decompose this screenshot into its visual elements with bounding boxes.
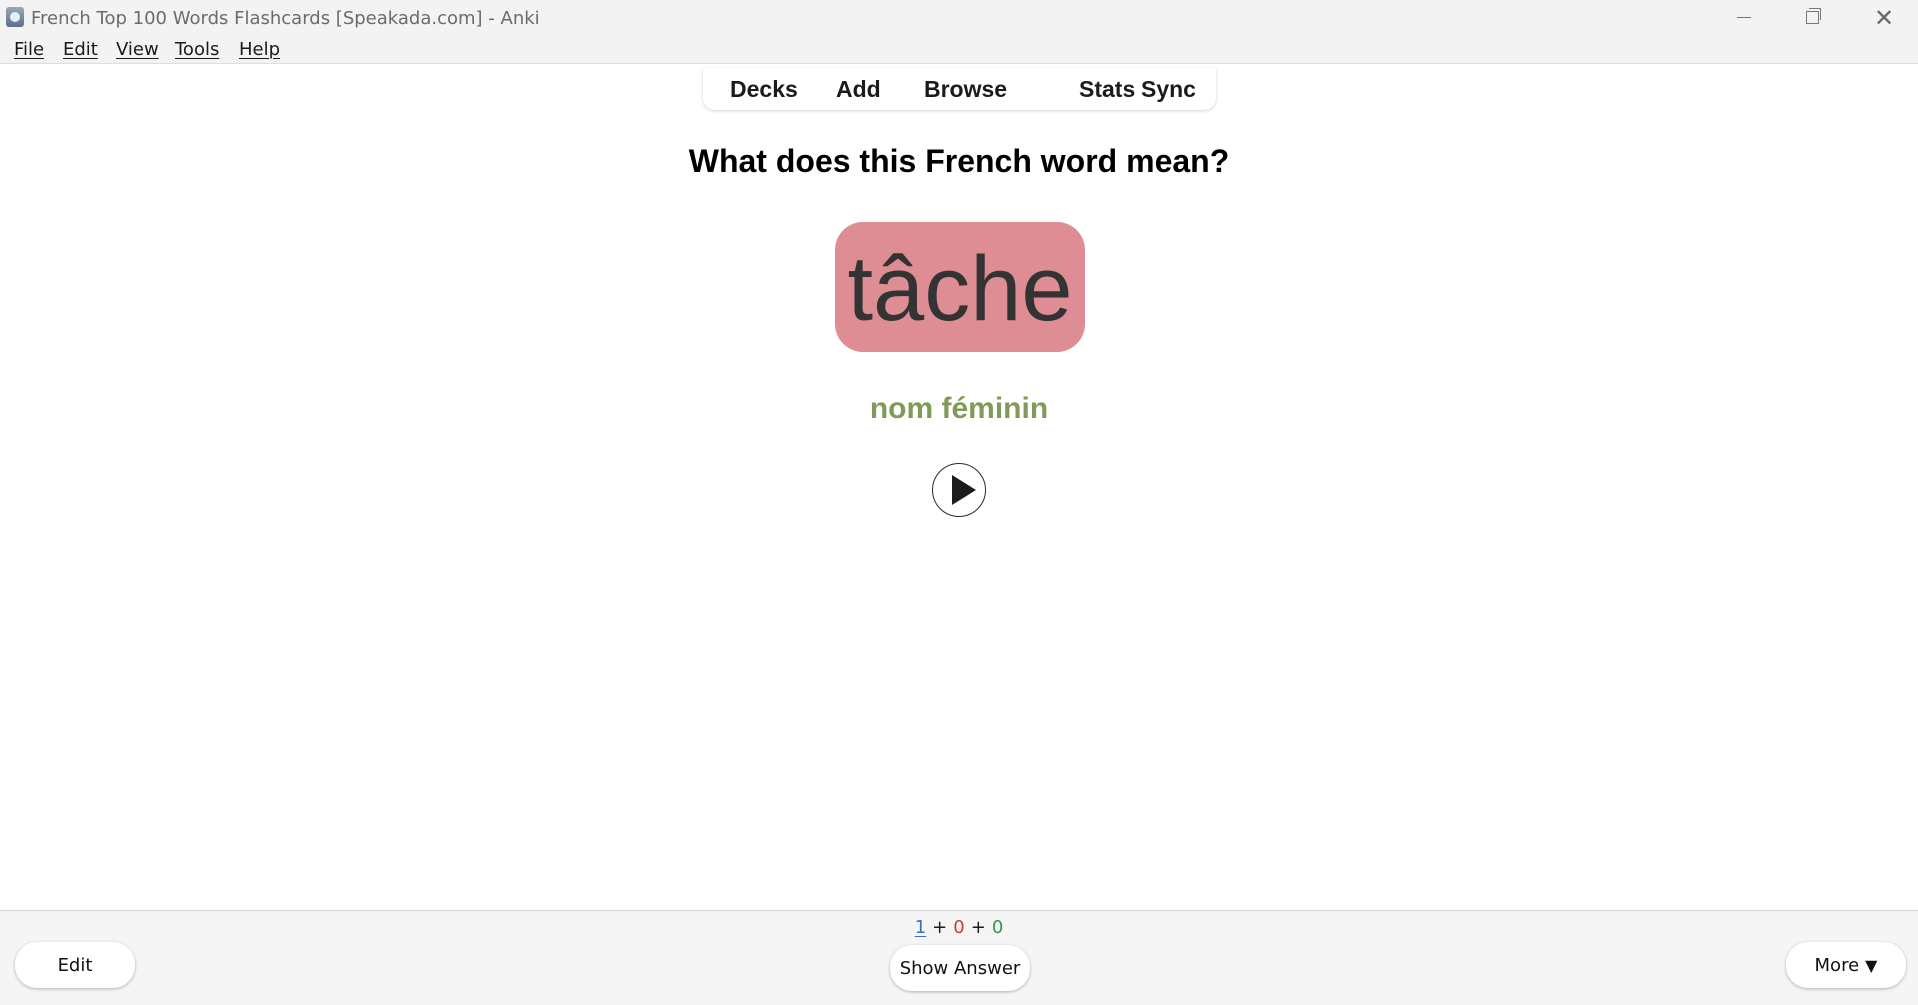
play-icon[interactable] (932, 463, 986, 517)
french-word: tâche (847, 238, 1073, 340)
more-label: More (1814, 954, 1860, 976)
toolbar-add-link[interactable]: Add (836, 76, 881, 103)
part-of-speech: nom féminin (869, 392, 1049, 425)
top-toolbar: Decks Add Browse Stats Sync (703, 68, 1216, 110)
toolbar-sync-link[interactable]: Sync (1141, 76, 1196, 103)
more-button[interactable]: More ▼ (1786, 942, 1906, 988)
menu-edit[interactable]: Edit (63, 39, 98, 60)
show-answer-button[interactable]: Show Answer (890, 945, 1030, 991)
toolbar-stats-link[interactable]: Stats (1079, 76, 1135, 103)
count-separator: + (932, 917, 948, 938)
bottom-bar: 1 +0 +0 Edit Show Answer More ▼ (0, 910, 1918, 1005)
new-count: 1 (914, 917, 927, 938)
title-bar: French Top 100 Words Flashcards [Speakad… (0, 0, 1918, 35)
minimize-button[interactable] (1710, 0, 1778, 35)
menu-help[interactable]: Help (239, 39, 280, 60)
anki-window: French Top 100 Words Flashcards [Speakad… (0, 0, 1918, 1005)
restore-button[interactable] (1778, 0, 1846, 35)
menu-bar: File Edit View Tools Help (0, 35, 1918, 64)
card-question: What does this French word mean? (688, 143, 1230, 179)
menu-view[interactable]: View (116, 39, 159, 60)
edit-button[interactable]: Edit (15, 942, 135, 988)
toolbar-browse-link[interactable]: Browse (924, 76, 1007, 103)
close-icon: ✕ (1873, 3, 1895, 32)
restore-icon (1805, 8, 1821, 24)
menu-file[interactable]: File (14, 39, 44, 60)
menu-tools[interactable]: Tools (175, 39, 219, 60)
learning-count: 0 (953, 917, 965, 938)
word-box: tâche (835, 222, 1085, 352)
due-counts: 1 +0 +0 (0, 917, 1918, 938)
window-title: French Top 100 Words Flashcards [Speakad… (31, 8, 540, 29)
caret-down-icon: ▼ (1865, 955, 1878, 975)
toolbar-decks-link[interactable]: Decks (730, 76, 798, 103)
anki-app-icon (6, 7, 24, 27)
review-count: 0 (991, 917, 1004, 938)
count-separator: + (970, 917, 986, 938)
minimize-icon (1737, 17, 1751, 18)
close-button[interactable]: ✕ (1850, 0, 1918, 35)
